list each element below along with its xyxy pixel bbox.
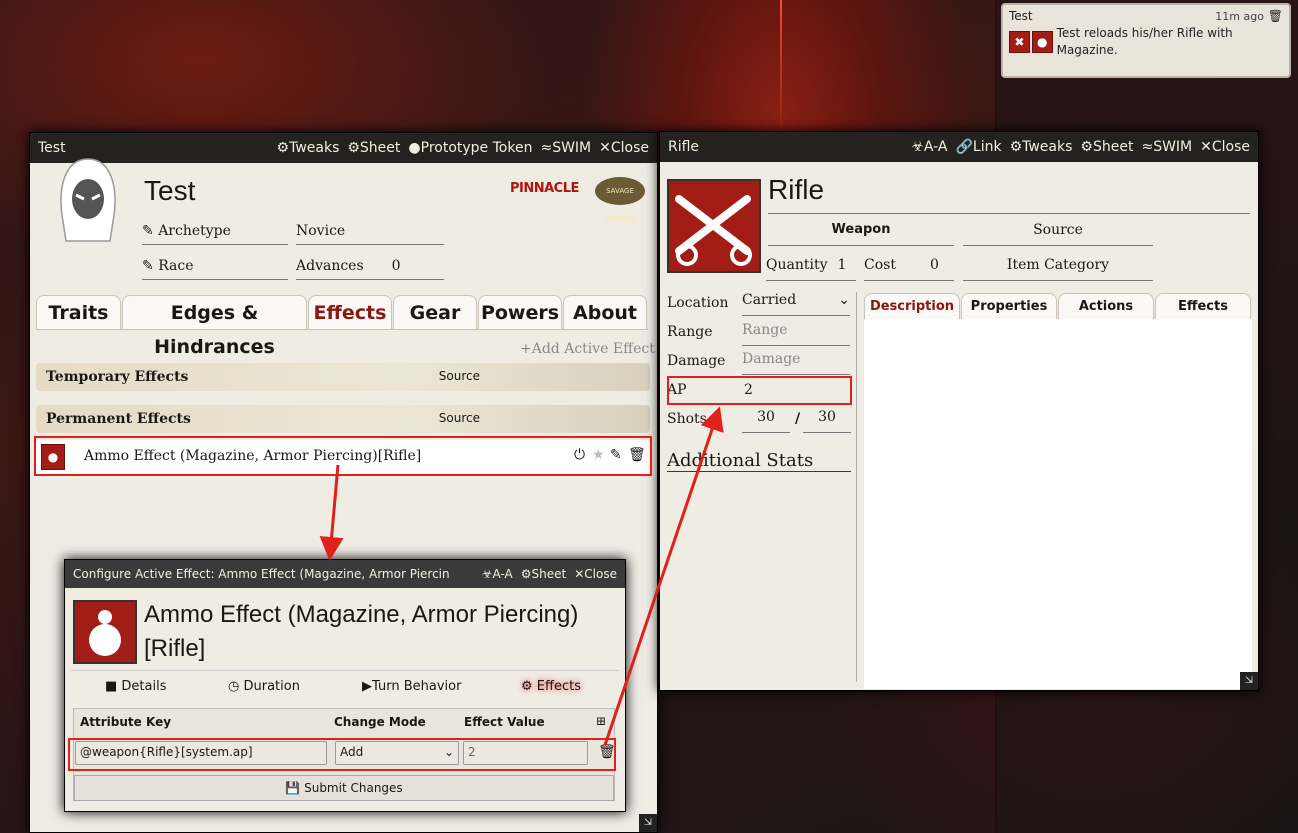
change-mode-header: Change Mode <box>334 715 426 729</box>
savage-worlds-logo: SAVAGE WORLDS <box>595 177 645 223</box>
swim-button[interactable]: ≈SWIM <box>1141 139 1192 155</box>
close-button[interactable]: ✕Close <box>574 567 617 581</box>
advances-field[interactable]: Advances 0 <box>296 258 444 280</box>
archetype-field[interactable]: ✎ Archetype <box>142 223 288 245</box>
tab-gear[interactable]: Gear <box>393 295 477 329</box>
tab-actions[interactable]: Actions <box>1058 293 1154 319</box>
range-label: Range <box>667 324 713 340</box>
actor-name[interactable]: Test <box>144 175 195 207</box>
tab-duration[interactable]: ◷ Duration <box>228 679 300 694</box>
tab-turn-behavior[interactable]: ▶Turn Behavior <box>362 679 461 694</box>
add-active-effect-button[interactable]: +Add Active Effect <box>520 341 655 357</box>
shots-separator: / <box>795 411 801 427</box>
race-field[interactable]: ✎ Race <box>142 258 288 280</box>
tab-details[interactable]: ■ Details <box>105 679 167 694</box>
damage-input[interactable]: Damage <box>742 351 850 375</box>
tab-powers[interactable]: Powers <box>478 295 562 329</box>
item-type[interactable]: Weapon <box>768 222 954 246</box>
window-title: Test <box>38 140 66 156</box>
item-source[interactable]: Source <box>963 222 1153 246</box>
aa-button[interactable]: ☣A-A <box>482 567 513 581</box>
ap-highlight <box>667 376 852 405</box>
chat-text: Test reloads his/her Rifle with Magazine… <box>1056 26 1233 57</box>
item-name[interactable]: Rifle <box>768 174 1250 214</box>
aa-button[interactable]: ☣A-A <box>911 139 947 155</box>
item-sheet-window: Rifle ☣A-A 🔗Link ⚙Tweaks ⚙Sheet ≈SWIM ✕C… <box>659 131 1259 691</box>
additional-stats-heading: Additional Stats <box>667 450 851 472</box>
window-title: Rifle <box>668 139 700 155</box>
sheet-button[interactable]: ⚙Sheet <box>347 140 400 156</box>
rifle-icon: ✖ <box>1009 31 1030 53</box>
item-tabs: Description Properties Actions Effects <box>864 293 1251 319</box>
effect-window-header[interactable]: Configure Active Effect: Ammo Effect (Ma… <box>65 560 625 588</box>
sheet-button[interactable]: ⚙Sheet <box>521 567 566 581</box>
active-effect-config-window: Configure Active Effect: Ammo Effect (Ma… <box>64 559 626 812</box>
swim-button[interactable]: ≈SWIM <box>540 140 591 156</box>
rank-field[interactable]: Novice <box>296 223 444 245</box>
tab-about[interactable]: About <box>563 295 647 329</box>
tweaks-button[interactable]: ⚙Tweaks <box>1010 139 1073 155</box>
tab-effects[interactable]: Effects <box>1155 293 1251 319</box>
chat-message: Test 11m ago 🗑 ✖ ● Test reloads his/her … <box>1001 3 1291 78</box>
chat-speaker: Test <box>1009 9 1033 23</box>
prototype-token-button[interactable]: ●Prototype Token <box>408 140 532 156</box>
max-shots-input[interactable]: 30 <box>803 409 851 433</box>
range-input[interactable]: Range <box>742 322 850 346</box>
location-label: Location <box>667 295 729 311</box>
magazine-icon: ● <box>1031 31 1053 53</box>
rifle-item-image[interactable] <box>667 179 761 273</box>
actor-tabs: Traits Edges & Hindrances Effects Gear P… <box>36 295 647 358</box>
shots-input[interactable]: 30 <box>742 409 790 433</box>
effect-name-input[interactable]: Ammo Effect (Magazine, Armor Piercing)[R… <box>144 598 614 666</box>
pinnacle-logo: PINNACLE <box>510 181 579 196</box>
effect-row-highlight <box>34 436 652 476</box>
description-area[interactable] <box>864 319 1252 689</box>
tab-effects[interactable]: Effects <box>308 295 392 329</box>
tab-edges-hindrances[interactable]: Edges & Hindrances <box>122 295 307 358</box>
damage-label: Damage <box>667 353 726 369</box>
item-category[interactable]: Item Category <box>963 257 1153 281</box>
magazine-effect-image[interactable] <box>73 600 137 664</box>
tweaks-button[interactable]: ⚙Tweaks <box>277 140 340 156</box>
shots-label: Shots <box>667 411 707 427</box>
portrait-image[interactable] <box>52 155 124 245</box>
tab-traits[interactable]: Traits <box>36 295 121 329</box>
background-glow <box>780 0 782 140</box>
tab-properties[interactable]: Properties <box>961 293 1057 319</box>
trash-icon[interactable]: 🗑 <box>1268 9 1283 23</box>
attribute-key-header: Attribute Key <box>80 715 172 729</box>
resize-handle[interactable]: ⇲ <box>1240 672 1258 690</box>
sheet-button[interactable]: ⚙Sheet <box>1080 139 1133 155</box>
submit-changes-button[interactable]: 💾 Submit Changes <box>74 775 614 801</box>
add-change-icon[interactable]: ⊞ <box>596 714 606 728</box>
quantity-field[interactable]: Quantity 1 <box>766 257 856 281</box>
chat-time: 11m ago <box>1215 10 1264 23</box>
permanent-effects-header: Permanent Effects Source <box>36 405 650 433</box>
resize-handle[interactable]: ⇲ <box>639 814 657 832</box>
item-window-header[interactable]: Rifle ☣A-A 🔗Link ⚙Tweaks ⚙Sheet ≈SWIM ✕C… <box>660 132 1258 162</box>
effect-value-header: Effect Value <box>464 715 545 729</box>
change-row-highlight <box>68 738 616 771</box>
close-button[interactable]: ✕Close <box>599 140 649 156</box>
location-select[interactable]: Carried ⌄ <box>742 292 850 316</box>
actor-window-header[interactable]: Test ⚙Tweaks ⚙Sheet ●Prototype Token ≈SW… <box>30 133 657 163</box>
cost-field[interactable]: Cost 0 <box>864 257 954 281</box>
tab-effects[interactable]: ⚙ Effects <box>521 679 581 694</box>
tab-description[interactable]: Description <box>864 293 960 319</box>
temporary-effects-header: Temporary Effects Source <box>36 363 650 391</box>
link-button[interactable]: 🔗Link <box>955 139 1001 155</box>
changes-table: Attribute Key Change Mode Effect Value ⊞… <box>68 708 616 801</box>
close-button[interactable]: ✕Close <box>1200 139 1250 155</box>
window-title: Configure Active Effect: Ammo Effect (Ma… <box>73 567 450 581</box>
